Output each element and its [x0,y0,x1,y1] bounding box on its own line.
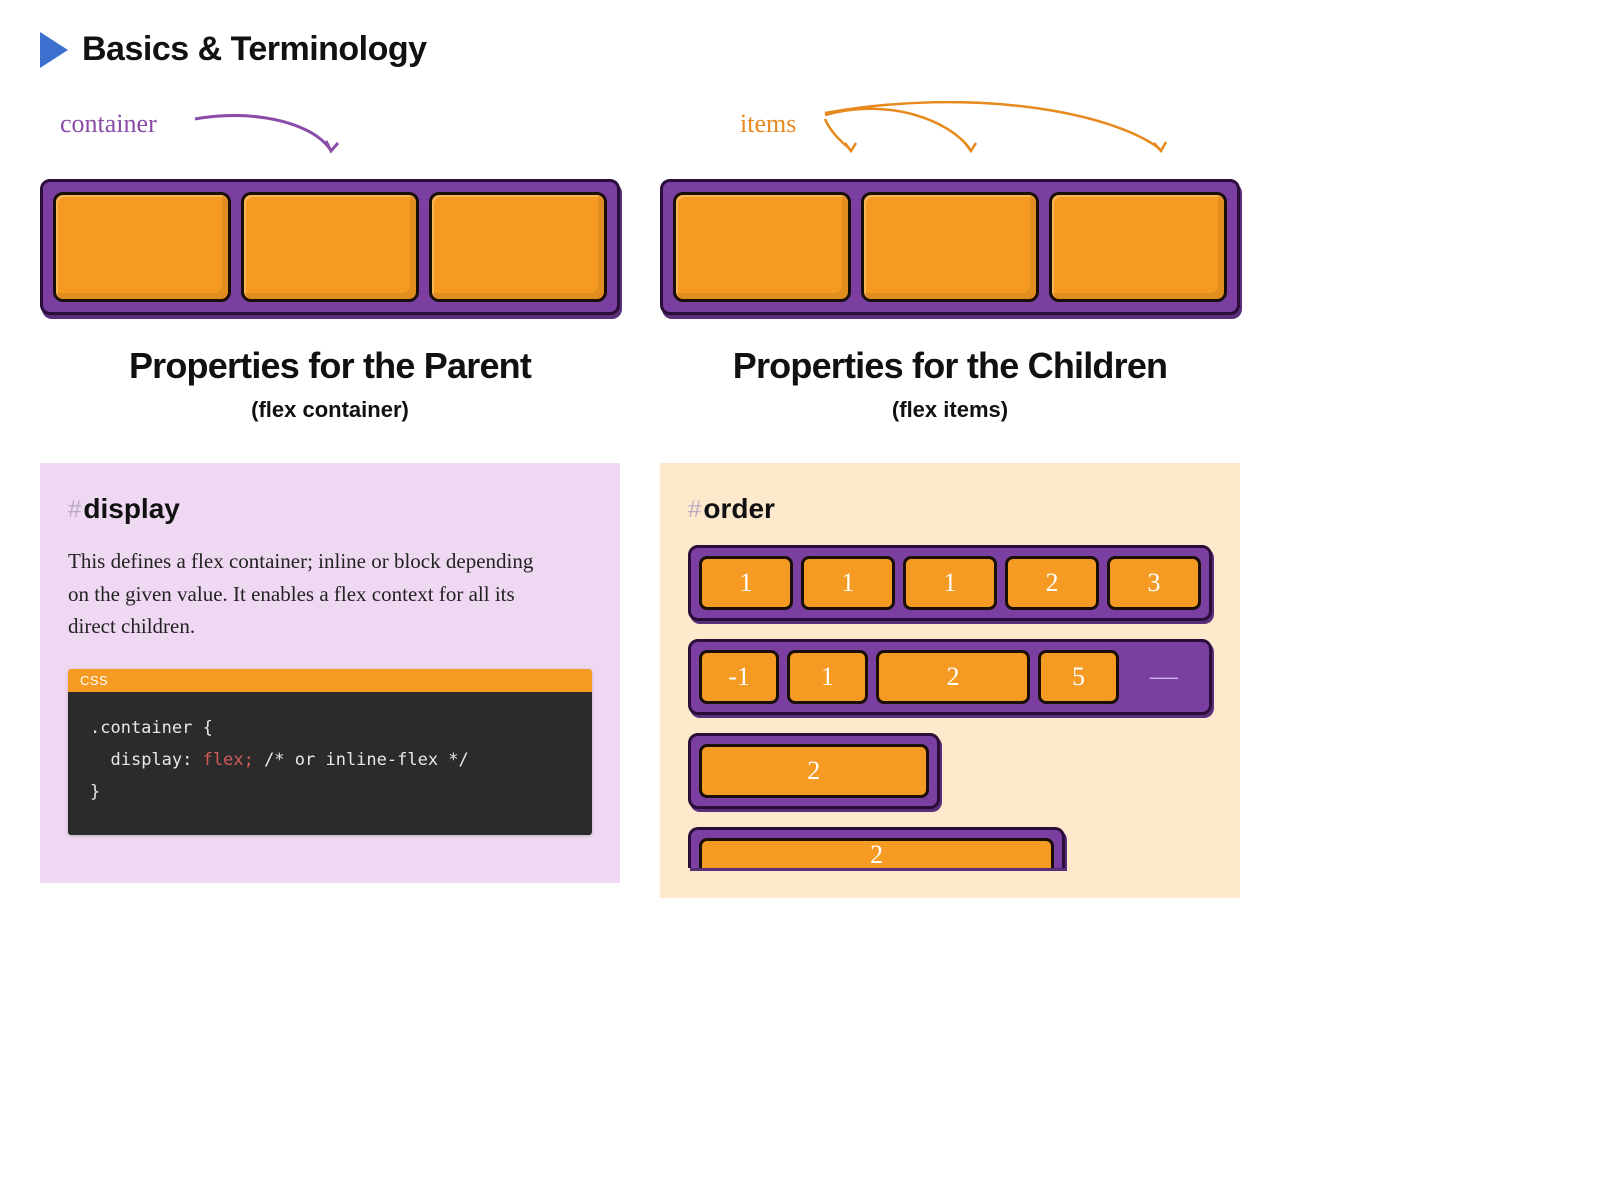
code-selector: .container { [90,718,213,738]
section-title: Basics & Terminology [82,30,427,69]
order-box: 2 [699,744,929,798]
hash-icon: # [688,496,701,523]
container-label: container [40,109,620,139]
code-close: } [90,782,100,802]
parent-panel: #display This defines a flex container; … [40,463,620,883]
right-heading: Properties for the Children (flex items) [660,345,1240,423]
order-heading[interactable]: #order [688,493,1212,525]
section-header[interactable]: Basics & Terminology [40,30,1240,69]
order-box: 2 [1005,556,1099,610]
right-column: items Properties for the Children (flex … [660,109,1240,898]
flex-item-box [53,192,231,302]
code-lang-label: CSS [68,669,592,692]
left-heading-sub: (flex container) [40,397,620,423]
order-row: 2 [688,733,940,809]
order-row: -1 1 2 5 — [688,639,1212,715]
order-row: 1 1 1 2 3 [688,545,1212,621]
display-heading[interactable]: #display [68,493,592,525]
left-heading-title: Properties for the Parent [40,345,620,387]
flex-items-illustration [660,179,1240,315]
left-column: container Properties for the Parent (fle… [40,109,620,898]
left-heading: Properties for the Parent (flex containe… [40,345,620,423]
order-box: 3 [1107,556,1201,610]
order-box: 2 [699,838,1054,868]
display-description: This defines a flex container; inline or… [68,545,550,643]
container-diagram: container [40,109,620,315]
items-diagram: items [660,109,1240,315]
order-title-text: order [703,493,775,524]
flex-container-illustration [40,179,620,315]
hash-icon: # [68,496,81,523]
flex-item-box [673,192,851,302]
code-block: CSS .container { display: flex; /* or in… [68,669,592,835]
display-title-text: display [83,493,179,524]
order-box-empty: — [1127,650,1201,704]
order-row: 2 [688,827,1065,868]
flex-item-box [1049,192,1227,302]
right-heading-title: Properties for the Children [660,345,1240,387]
order-box: -1 [699,650,779,704]
code-comment: /* or inline-flex */ [264,750,469,770]
flex-item-box [241,192,419,302]
order-diagram: 1 1 1 2 3 -1 1 2 5 — 2 2 [688,545,1212,868]
flex-item-box [861,192,1039,302]
order-box: 5 [1038,650,1118,704]
code-body: .container { display: flex; /* or inline… [68,692,592,835]
order-box: 2 [876,650,1031,704]
disclosure-triangle-icon [40,32,68,68]
children-panel: #order 1 1 1 2 3 -1 1 2 5 — 2 [660,463,1240,898]
order-box: 1 [801,556,895,610]
columns: container Properties for the Parent (fle… [40,109,1240,898]
flex-item-box [429,192,607,302]
order-box: 1 [903,556,997,610]
code-value: flex; [203,750,254,770]
right-heading-sub: (flex items) [660,397,1240,423]
order-box: 1 [787,650,867,704]
code-property: display: [110,750,192,770]
items-label: items [660,109,1240,139]
order-box: 1 [699,556,793,610]
